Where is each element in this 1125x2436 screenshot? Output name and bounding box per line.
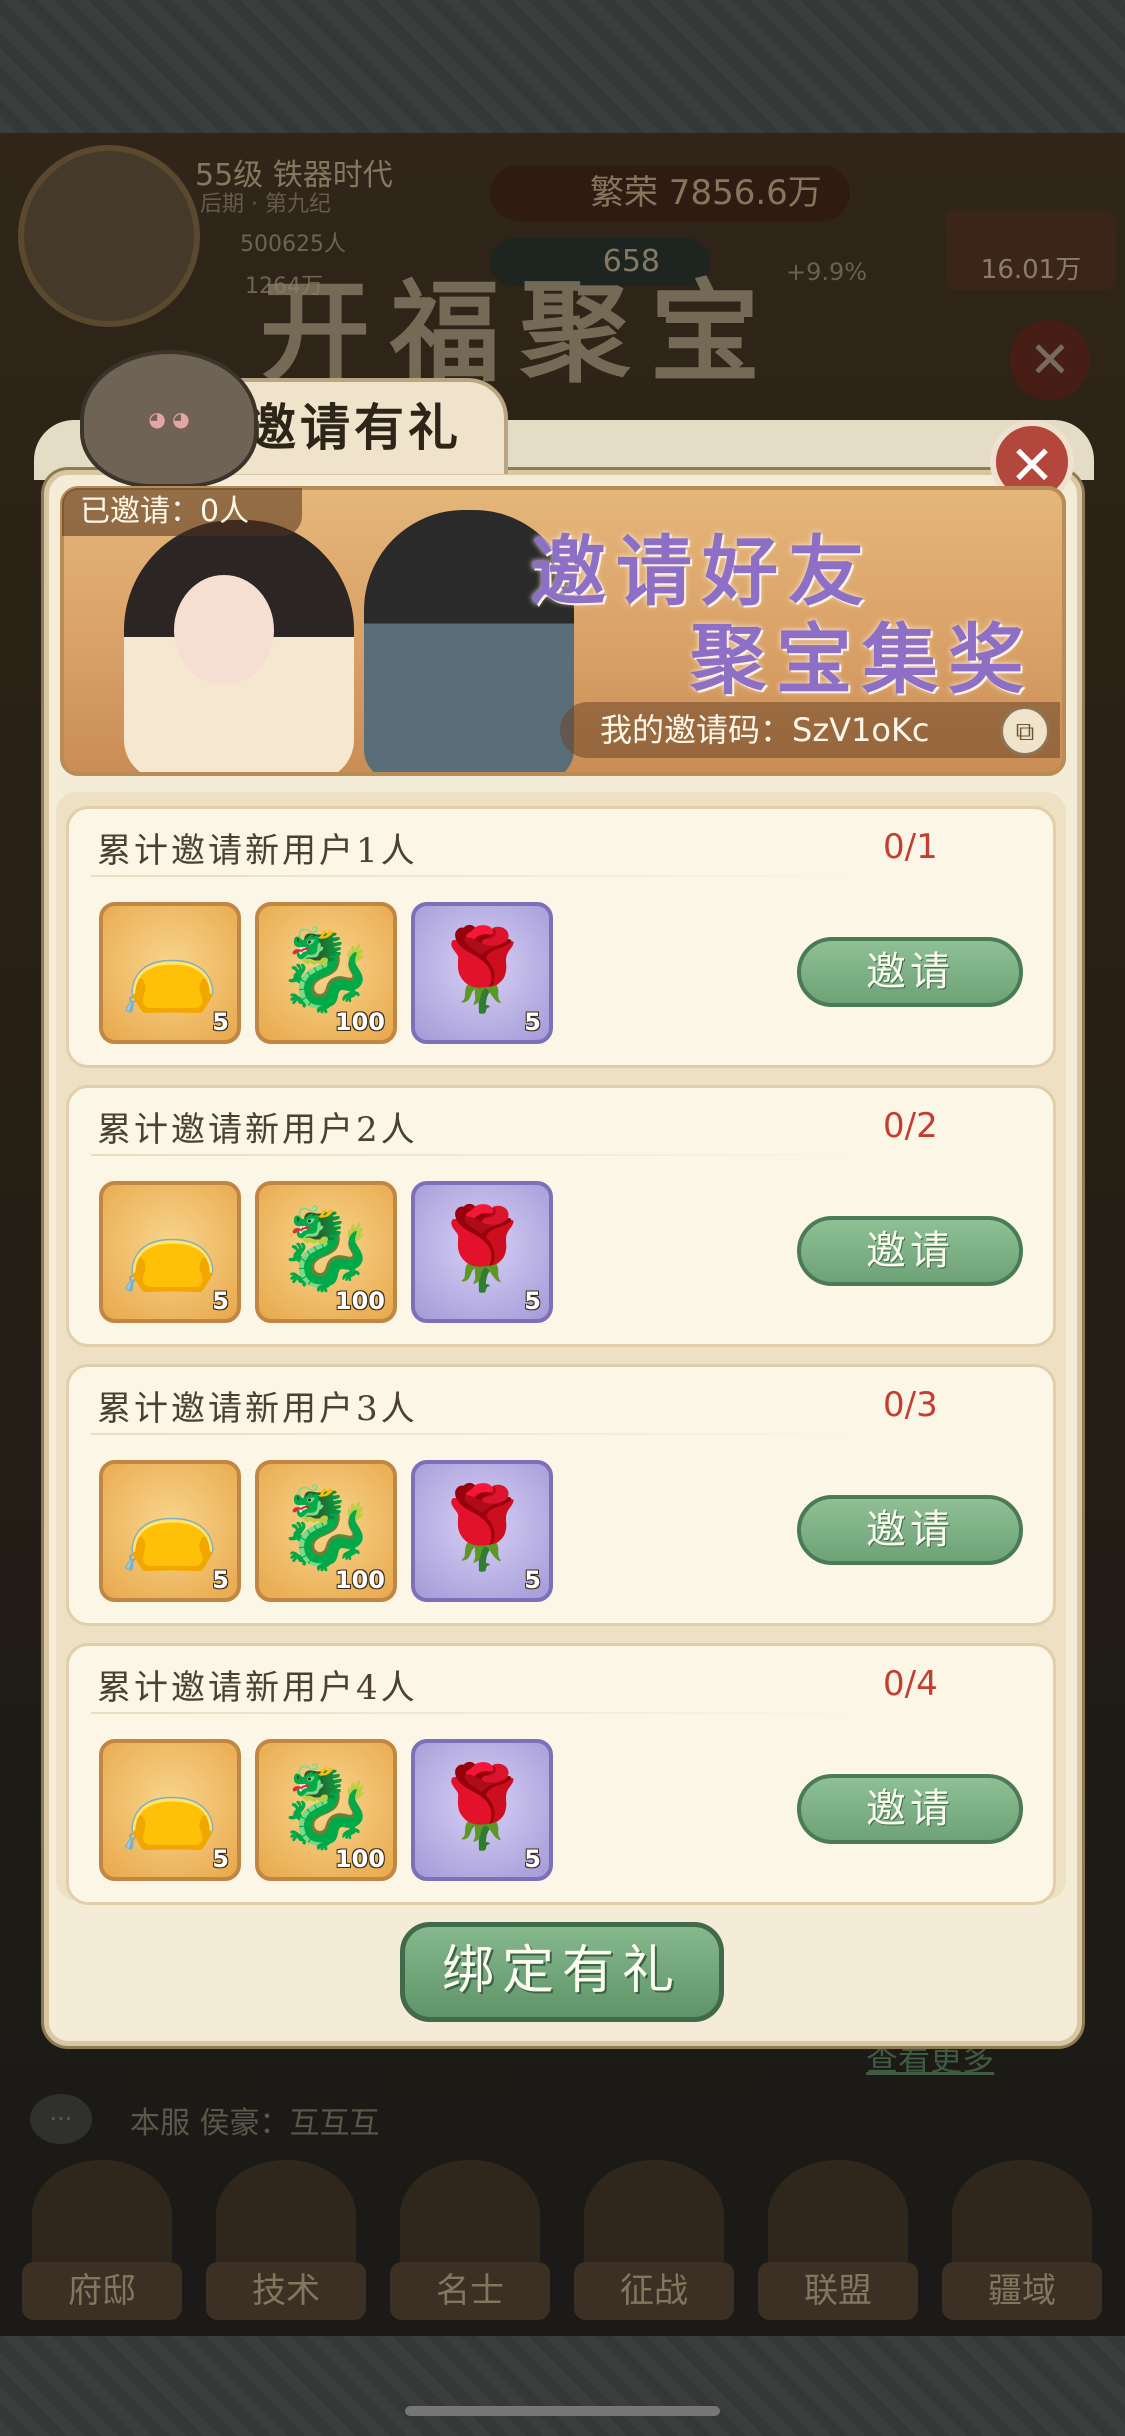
invited-count: 已邀请：0人 <box>62 488 302 536</box>
copy-code-icon[interactable]: ⧉ <box>1000 706 1050 756</box>
reward-item[interactable]: 🐉 100 <box>255 1460 397 1602</box>
rose-icon: 🌹 <box>432 1760 532 1853</box>
jade-dragon-icon: 🐉 <box>276 923 376 1016</box>
reward-item[interactable]: 👝 5 <box>99 1460 241 1602</box>
reward-count: 5 <box>524 1845 541 1873</box>
reward-item[interactable]: 👝 5 <box>99 1181 241 1323</box>
home-indicator[interactable] <box>405 2406 720 2416</box>
invite-button[interactable]: 邀请 <box>797 1774 1023 1844</box>
task-card: 累计邀请新用户1人 0/1 👝 5 🐉 100 🌹 5 邀请 <box>66 806 1056 1068</box>
task-divider <box>91 875 871 877</box>
jade-dragon-icon: 🐉 <box>276 1760 376 1853</box>
task-title: 累计邀请新用户1人 <box>97 831 418 871</box>
reward-count: 5 <box>212 1566 229 1594</box>
invite-code: 我的邀请码：SzV1oKc <box>560 702 1060 758</box>
task-divider <box>91 1154 871 1156</box>
rose-icon: 🌹 <box>432 923 532 1016</box>
invite-button[interactable]: 邀请 <box>797 1495 1023 1565</box>
pouch-icon: 👝 <box>120 1760 220 1853</box>
reward-count: 5 <box>212 1845 229 1873</box>
task-divider <box>91 1433 871 1435</box>
bind-reward-button[interactable]: 绑定有礼 <box>400 1922 724 2022</box>
invite-button[interactable]: 邀请 <box>797 1216 1023 1286</box>
pouch-icon: 👝 <box>120 1202 220 1295</box>
reward-count: 5 <box>524 1008 541 1036</box>
reward-item[interactable]: 👝 5 <box>99 902 241 1044</box>
reward-item[interactable]: 🐉 100 <box>255 1739 397 1881</box>
reward-count: 5 <box>212 1287 229 1315</box>
reward-item[interactable]: 🌹 5 <box>411 1739 553 1881</box>
reward-count: 100 <box>334 1845 385 1873</box>
task-card: 累计邀请新用户4人 0/4 👝 5 🐉 100 🌹 5 邀请 <box>66 1643 1056 1905</box>
jade-dragon-icon: 🐉 <box>276 1202 376 1295</box>
reward-count: 100 <box>334 1008 385 1036</box>
task-card: 累计邀请新用户2人 0/2 👝 5 🐉 100 🌹 5 邀请 <box>66 1085 1056 1347</box>
reward-item[interactable]: 👝 5 <box>99 1739 241 1881</box>
reward-item[interactable]: 🌹 5 <box>411 1181 553 1323</box>
task-title: 累计邀请新用户3人 <box>97 1389 418 1429</box>
pouch-icon: 👝 <box>120 923 220 1016</box>
reward-count: 100 <box>334 1566 385 1594</box>
pouch-icon: 👝 <box>120 1481 220 1574</box>
hero-headline-2: 聚宝集奖 <box>690 615 1034 704</box>
task-progress: 0/4 <box>883 1664 938 1704</box>
task-progress: 0/3 <box>883 1385 938 1425</box>
reward-item[interactable]: 🌹 5 <box>411 902 553 1044</box>
task-progress: 0/1 <box>883 827 938 867</box>
reward-item[interactable]: 🌹 5 <box>411 1460 553 1602</box>
bottom-frame-pattern <box>0 2336 1125 2436</box>
dragon-mascot-icon: ◕ ◕ <box>80 350 258 488</box>
reward-count: 5 <box>212 1008 229 1036</box>
reward-count: 5 <box>524 1287 541 1315</box>
task-title: 累计邀请新用户4人 <box>97 1668 418 1708</box>
top-frame-pattern <box>0 0 1125 133</box>
task-title: 累计邀请新用户2人 <box>97 1110 418 1150</box>
reward-item[interactable]: 🐉 100 <box>255 1181 397 1323</box>
jade-dragon-icon: 🐉 <box>276 1481 376 1574</box>
rose-icon: 🌹 <box>432 1202 532 1295</box>
task-card: 累计邀请新用户3人 0/3 👝 5 🐉 100 🌹 5 邀请 <box>66 1364 1056 1626</box>
reward-count: 100 <box>334 1287 385 1315</box>
task-divider <box>91 1712 871 1714</box>
reward-count: 5 <box>524 1566 541 1594</box>
rose-icon: 🌹 <box>432 1481 532 1574</box>
reward-item[interactable]: 🐉 100 <box>255 902 397 1044</box>
invite-button[interactable]: 邀请 <box>797 937 1023 1007</box>
lady-face <box>174 575 274 685</box>
task-progress: 0/2 <box>883 1106 938 1146</box>
